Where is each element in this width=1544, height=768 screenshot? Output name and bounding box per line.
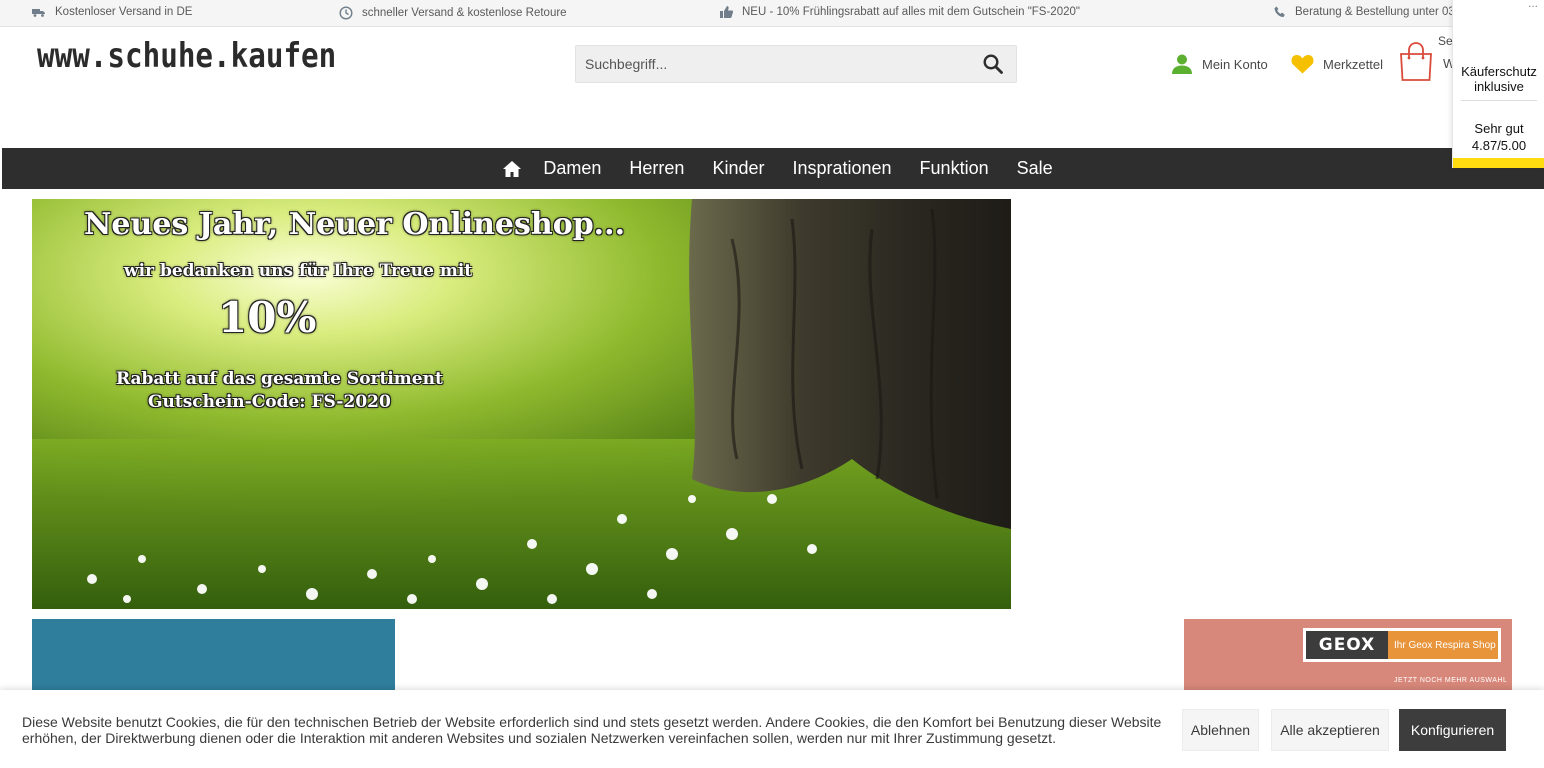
nav-item-herren[interactable]: Herren bbox=[629, 158, 684, 179]
clock-icon bbox=[339, 6, 353, 20]
wishlist-label: Merkzettel bbox=[1323, 56, 1383, 72]
thumbs-up-icon bbox=[720, 6, 733, 18]
banner-discount-text: Rabatt auf das gesamte Sortiment bbox=[116, 369, 443, 389]
trust-badge-rating-label: Sehr gut bbox=[1474, 121, 1524, 136]
banner-subline: wir bedanken uns für Ihre Treue mit bbox=[124, 261, 473, 281]
topbar-item-label: schneller Versand & kostenlose Retoure bbox=[362, 7, 567, 19]
phone-icon bbox=[1274, 6, 1285, 17]
truck-icon bbox=[32, 9, 45, 17]
topbar-item-label: Kostenloser Versand in DE bbox=[55, 6, 193, 18]
service-label: Se bbox=[1438, 34, 1453, 48]
user-icon bbox=[1172, 54, 1192, 74]
topbar-item-hotline: Beratung & Bestellung unter 035 bbox=[1274, 6, 1461, 18]
nav-home[interactable] bbox=[503, 160, 522, 177]
nav-item-funktion[interactable]: Funktion bbox=[920, 158, 989, 179]
nav-item-kinder[interactable]: Kinder bbox=[712, 158, 764, 179]
main-navigation: Damen Herren Kinder Insprationen Funktio… bbox=[2, 148, 1544, 189]
cart-link[interactable]: W bbox=[1398, 42, 1455, 82]
trust-badge-title: Käuferschutz inklusive bbox=[1461, 64, 1537, 94]
hero-banner[interactable]: Neues Jahr, Neuer Onlineshop... wir beda… bbox=[32, 199, 1011, 609]
site-logo[interactable]: www.schuhe.kaufen bbox=[37, 36, 336, 76]
teaser-left[interactable] bbox=[32, 619, 395, 699]
cookie-banner: Diese Website benutzt Cookies, die für d… bbox=[0, 690, 1544, 768]
topbar-item-label: NEU - 10% Frühlingsrabatt auf alles mit … bbox=[742, 6, 1080, 18]
search-button[interactable] bbox=[970, 46, 1016, 82]
nav-item-sale[interactable]: Sale bbox=[1017, 158, 1053, 179]
cookie-message: Diese Website benutzt Cookies, die für d… bbox=[22, 714, 1162, 746]
cookie-configure-button[interactable]: Konfigurieren bbox=[1399, 709, 1506, 751]
trust-badge[interactable]: ... Käuferschutz inklusive Sehr gut 4.87… bbox=[1452, 0, 1544, 168]
geox-logo-box: GEOX Ihr Geox Respira Shop bbox=[1303, 628, 1501, 662]
trust-badge-rating: Sehr gut 4.87/5.00 bbox=[1453, 120, 1544, 154]
account-link[interactable]: Mein Konto bbox=[1171, 54, 1268, 74]
geox-tagline: JETZT NOCH MEHR AUSWAHL bbox=[1394, 677, 1508, 684]
banner-percent: 10% bbox=[218, 293, 317, 342]
heart-icon bbox=[1291, 55, 1314, 74]
home-icon bbox=[503, 160, 522, 177]
search-icon bbox=[983, 54, 1003, 74]
nav-item-inspirationen[interactable]: Insprationen bbox=[792, 158, 891, 179]
topbar-item-fast-shipping: schneller Versand & kostenlose Retoure bbox=[339, 6, 567, 20]
nav-item-damen[interactable]: Damen bbox=[543, 158, 601, 179]
cookie-accept-all-button[interactable]: Alle akzeptieren bbox=[1271, 709, 1389, 751]
geox-logo: GEOX bbox=[1306, 631, 1388, 659]
trust-badge-rating-value: 4.87/5.00 bbox=[1471, 138, 1527, 153]
trust-badge-menu[interactable]: ... bbox=[1528, 0, 1538, 10]
topbar-item-promo: NEU - 10% Frühlingsrabatt auf alles mit … bbox=[720, 6, 1080, 18]
account-label: Mein Konto bbox=[1202, 56, 1268, 72]
shopping-bag-icon bbox=[1400, 42, 1432, 81]
search-bar bbox=[575, 45, 1017, 83]
topbar-item-shipping: Kostenloser Versand in DE bbox=[32, 6, 192, 18]
geox-shop-label: Ihr Geox Respira Shop bbox=[1388, 631, 1498, 659]
service-link[interactable]: Se bbox=[1438, 34, 1453, 48]
teaser-geox[interactable]: GEOX Ihr Geox Respira Shop JETZT NOCH ME… bbox=[1184, 619, 1512, 699]
banner-headline: Neues Jahr, Neuer Onlineshop... bbox=[84, 207, 626, 242]
top-info-bar: Kostenloser Versand in DE schneller Vers… bbox=[0, 0, 1544, 27]
cookie-decline-button[interactable]: Ablehnen bbox=[1182, 709, 1259, 751]
trust-badge-divider bbox=[1461, 100, 1537, 101]
topbar-item-label: Beratung & Bestellung unter 035 bbox=[1295, 6, 1462, 18]
search-input[interactable] bbox=[576, 46, 970, 82]
banner-coupon-code: Gutschein-Code: FS-2020 bbox=[148, 392, 391, 412]
trust-badge-band bbox=[1453, 158, 1544, 168]
wishlist-link[interactable]: Merkzettel bbox=[1291, 54, 1383, 74]
